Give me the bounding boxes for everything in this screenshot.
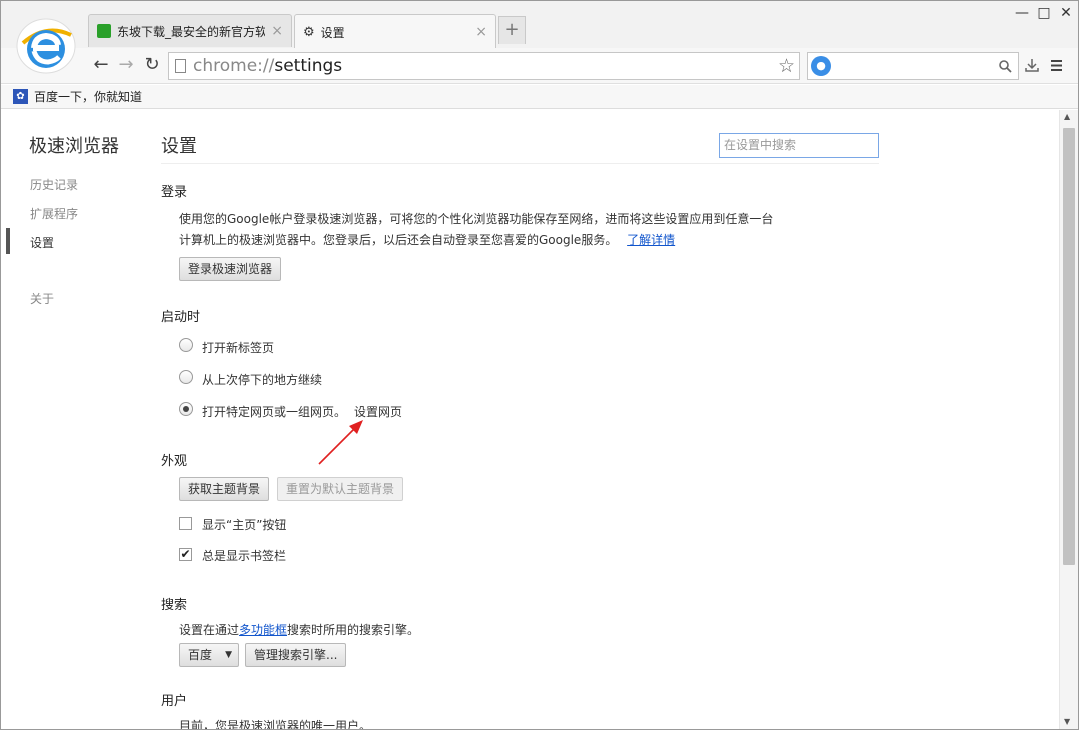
minimize-button[interactable]: —	[1011, 5, 1033, 21]
new-tab-button[interactable]: +	[498, 16, 526, 44]
search-engine-select[interactable]: 百度 ▼	[179, 643, 239, 667]
tab-dongpo[interactable]: 东坡下载_最安全的新官方软 ×	[88, 14, 292, 47]
signin-description-2: 计算机上的极速浏览器中。您登录后，以后还会自动登录至您喜爱的Google服务。 …	[179, 233, 676, 247]
title-bar: 东坡下载_最安全的新官方软 × ⚙ 设置 × + — □ ✕	[1, 1, 1078, 49]
startup-option-label: 打开新标签页	[202, 341, 275, 355]
selected-indicator	[6, 228, 10, 254]
checkmark-icon: ✔	[180, 547, 191, 561]
signin-button[interactable]: 登录极速浏览器	[179, 257, 282, 281]
bookmarks-bar: ✿ 百度一下，你就知道	[1, 85, 1078, 109]
get-themes-button[interactable]: 获取主题背景	[179, 477, 270, 501]
url-scheme: chrome://	[193, 56, 275, 76]
scroll-down-icon[interactable]: ▼	[1064, 717, 1070, 726]
page-icon	[175, 59, 186, 73]
ie-logo-icon	[16, 18, 76, 74]
appearance-heading: 外观	[161, 454, 188, 469]
users-description: 目前，您是极速浏览器的唯一用户。	[179, 719, 372, 730]
signin-description: 使用您的Google帐户登录极速浏览器，可将您的个性化浏览器功能保存至网络，进而…	[179, 212, 774, 226]
show-home-checkbox[interactable]	[179, 517, 192, 530]
url-path: settings	[274, 56, 343, 76]
browser-window: 东坡下载_最安全的新官方软 × ⚙ 设置 × + — □ ✕ ← → ↻ chr…	[0, 0, 1079, 730]
sidebar-item-settings[interactable]: 设置	[30, 234, 54, 251]
page-title: 设置	[161, 136, 197, 157]
search-heading: 搜索	[161, 598, 188, 613]
tab-title: 东坡下载_最安全的新官方软	[117, 24, 266, 39]
startup-radio-specific[interactable]	[179, 402, 193, 416]
dropdown-arrow-icon: ▼	[225, 650, 232, 660]
close-tab-icon[interactable]: ×	[475, 24, 487, 40]
annotation-arrow-icon	[318, 420, 363, 465]
maximize-button[interactable]: □	[1033, 5, 1055, 21]
startup-option-label: 从上次停下的地方继续	[202, 373, 323, 387]
search-box[interactable]: ●	[807, 52, 1019, 80]
reset-theme-button[interactable]: 重置为默认主题背景	[277, 477, 404, 501]
close-tab-icon[interactable]: ×	[271, 23, 283, 39]
bookmark-item[interactable]: 百度一下，你就知道	[34, 88, 142, 105]
omnibox-link[interactable]: 多功能框	[239, 623, 287, 637]
toolbar: ← → ↻ chrome://settings ☆ ●	[1, 48, 1078, 84]
show-bookmarks-checkbox[interactable]: ✔	[179, 548, 192, 561]
address-bar[interactable]: chrome://settings ☆	[168, 52, 800, 80]
divider	[161, 163, 879, 164]
scroll-up-icon[interactable]: ▲	[1064, 112, 1070, 121]
scrollbar-thumb[interactable]	[1063, 128, 1075, 565]
tab-settings[interactable]: ⚙ 设置 ×	[294, 14, 496, 49]
show-home-label: 显示“主页”按钮	[202, 518, 287, 532]
radio-selected-dot	[183, 406, 189, 412]
search-icon[interactable]	[999, 60, 1012, 73]
sidebar-title: 极速浏览器	[29, 136, 119, 157]
back-button[interactable]: ←	[90, 54, 112, 76]
startup-radio-newtab[interactable]	[179, 338, 193, 352]
learn-more-link[interactable]: 了解详情	[627, 233, 675, 247]
settings-search-input[interactable]: 在设置中搜索	[719, 133, 879, 158]
close-window-button[interactable]: ✕	[1055, 5, 1077, 21]
sidebar-item-about[interactable]: 关于	[30, 290, 54, 307]
users-heading: 用户	[161, 694, 188, 709]
scrollbar[interactable]: ▲ ▼	[1059, 110, 1078, 729]
page-favicon-icon	[97, 24, 111, 38]
forward-button[interactable]: →	[115, 54, 137, 76]
download-icon[interactable]	[1025, 58, 1039, 73]
bookmark-star-icon[interactable]: ☆	[778, 55, 795, 77]
sidebar-item-extensions[interactable]: 扩展程序	[30, 205, 78, 222]
show-bookmarks-label: 总是显示书签栏	[202, 549, 287, 563]
startup-heading: 启动时	[161, 310, 201, 325]
signin-heading: 登录	[161, 185, 188, 200]
gear-icon: ⚙	[303, 24, 315, 40]
reload-button[interactable]: ↻	[141, 54, 163, 76]
manage-search-engines-button[interactable]: 管理搜索引擎...	[245, 643, 347, 667]
startup-radio-continue[interactable]	[179, 370, 193, 384]
tab-title: 设置	[320, 25, 345, 40]
baidu-paw-icon: ●	[811, 56, 831, 76]
search-description: 设置在通过多功能框搜索时所用的搜索引擎。	[179, 623, 420, 637]
menu-icon[interactable]	[1051, 60, 1062, 71]
baidu-paw-icon: ✿	[13, 89, 28, 104]
settings-page: 极速浏览器 历史记录 扩展程序 设置 关于 设置 在设置中搜索 登录 使用您的G…	[1, 110, 1059, 730]
sidebar-item-history[interactable]: 历史记录	[30, 176, 78, 193]
